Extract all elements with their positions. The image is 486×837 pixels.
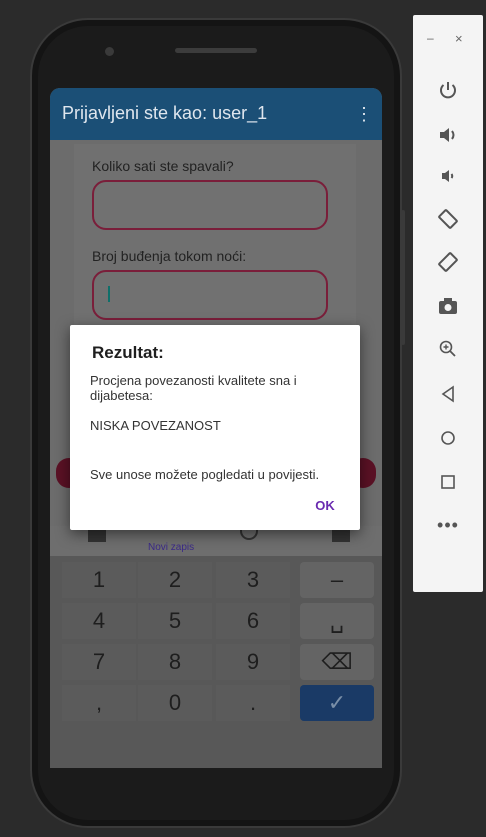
hours-slept-input[interactable] [92, 180, 328, 230]
earpiece-speaker [175, 48, 257, 53]
key-minus[interactable]: – [300, 562, 374, 598]
history-nav-icon[interactable] [240, 530, 258, 540]
overflow-menu-icon[interactable]: ⋮ [354, 104, 374, 124]
app-bar: Prijavljeni ste kao: user_1 ⋮ [50, 88, 382, 140]
minimize-button[interactable]: – [427, 31, 434, 45]
dialog-ok-button[interactable]: OK [310, 497, 340, 515]
rotate-left-icon[interactable] [413, 202, 483, 234]
volume-down-icon[interactable] [413, 159, 483, 191]
wake-ups-label: Broj buđenja tokom noći: [92, 248, 247, 264]
wake-ups-input[interactable] [92, 270, 328, 320]
nav-label-new-entry[interactable]: Novi zapis [148, 542, 194, 553]
front-camera [105, 47, 114, 56]
zoom-icon[interactable] [413, 332, 483, 364]
camera-icon[interactable] [413, 289, 483, 321]
overview-icon[interactable] [413, 465, 483, 497]
key-3[interactable]: 3 [216, 562, 290, 598]
more-icon[interactable]: ••• [413, 509, 483, 541]
key-5[interactable]: 5 [138, 603, 212, 639]
back-icon[interactable] [413, 377, 483, 409]
key-backspace[interactable]: ⌫ [300, 644, 374, 680]
key-9[interactable]: 9 [216, 644, 290, 680]
key-period[interactable]: . [216, 685, 290, 721]
dialog-message: Procjena povezanosti kvalitete sna i dij… [90, 373, 297, 403]
app-title: Prijavljeni ste kao: user_1 [62, 103, 268, 123]
key-6[interactable]: 6 [216, 603, 290, 639]
dialog-note: Sve unose možete pogledati u povijesti. [90, 467, 320, 482]
key-1[interactable]: 1 [62, 562, 136, 598]
key-0[interactable]: 0 [138, 685, 212, 721]
volume-up-icon[interactable] [413, 118, 483, 150]
rotate-right-icon[interactable] [413, 245, 483, 277]
home-icon[interactable] [413, 421, 483, 453]
dialog-result: NISKA POVEZANOST [90, 418, 221, 433]
hours-slept-label: Koliko sati ste spavali? [92, 158, 234, 174]
emulator-toolbar: – × ••• [413, 15, 483, 592]
numeric-keypad: 1 2 3– 4 5 6 ␣ 7 8 9 ⌫, 0. ✓ [50, 556, 382, 768]
text-cursor [108, 286, 110, 302]
key-2[interactable]: 2 [138, 562, 212, 598]
dialog-title: Rezultat: [92, 343, 164, 362]
key-comma[interactable]: , [62, 685, 136, 721]
result-dialog: Rezultat: Procjena povezanosti kvalitete… [70, 325, 360, 530]
close-button[interactable]: × [455, 31, 463, 46]
key-4[interactable]: 4 [62, 603, 136, 639]
key-7[interactable]: 7 [62, 644, 136, 680]
key-8[interactable]: 8 [138, 644, 212, 680]
side-button[interactable] [401, 210, 405, 345]
key-space[interactable]: ␣ [300, 603, 374, 639]
home-nav-icon[interactable] [88, 530, 106, 542]
power-icon[interactable] [413, 73, 483, 105]
stats-nav-icon[interactable] [332, 530, 350, 542]
bottom-navigation: Novi zapis [50, 526, 382, 556]
key-done[interactable]: ✓ [300, 685, 374, 721]
